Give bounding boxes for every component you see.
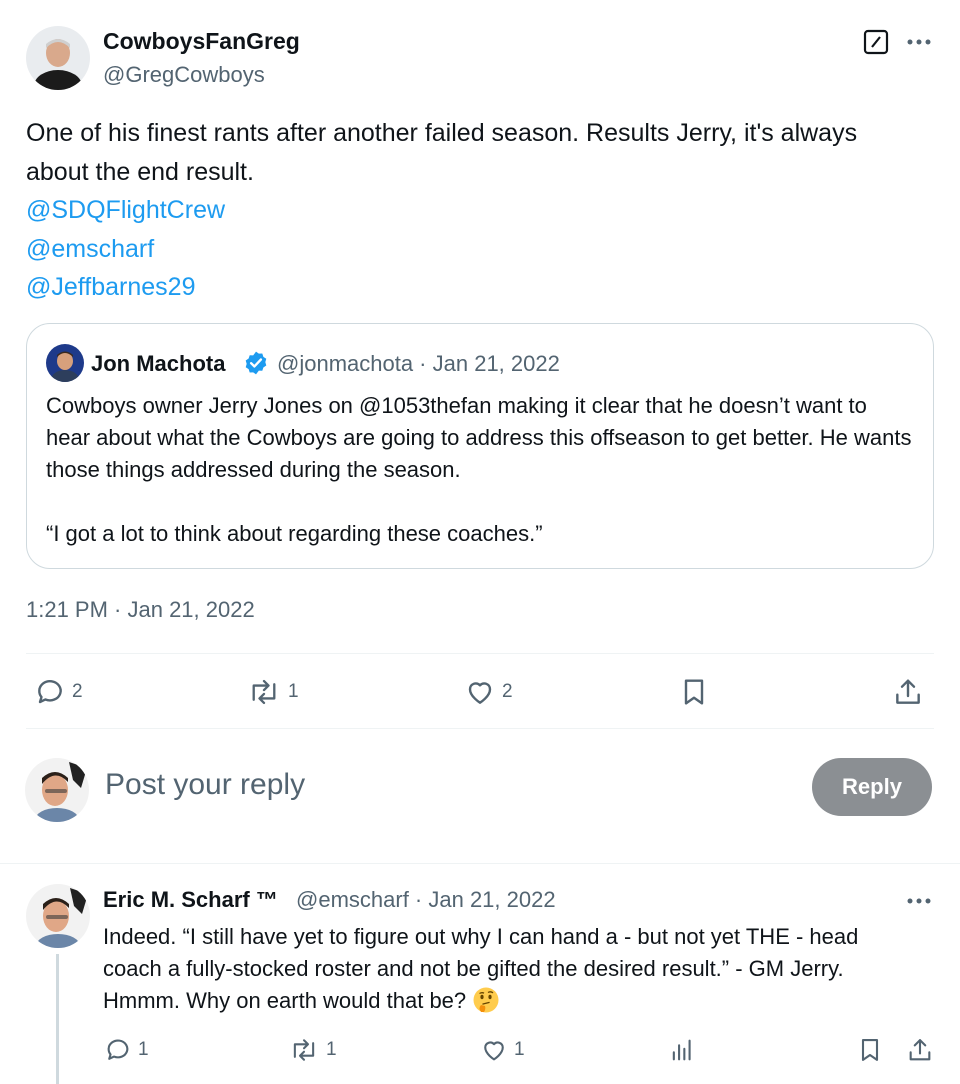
more-icon[interactable]	[905, 889, 933, 913]
repost-icon	[288, 1036, 320, 1064]
tweet-text-main: One of his finest rants after another fa…	[26, 119, 858, 186]
bookmark-action[interactable]	[678, 676, 710, 708]
bookmark-action[interactable]	[856, 1036, 884, 1064]
section-divider	[0, 863, 960, 864]
author-handle[interactable]: @GregCowboys	[103, 62, 265, 88]
reply-text: Indeed. “I still have yet to figure out …	[103, 921, 923, 1017]
repost-action[interactable]: 1	[288, 1036, 337, 1064]
divider	[26, 728, 934, 729]
share-action[interactable]	[906, 1036, 934, 1064]
repost-icon	[246, 676, 282, 708]
reply-count: 1	[138, 1039, 149, 1060]
thinking-face-emoji	[472, 986, 500, 1014]
quote-author-name: Jon Machota	[91, 351, 226, 376]
quote-text: Cowboys owner Jerry Jones on @1053thefan…	[46, 393, 912, 546]
share-icon	[906, 1036, 934, 1064]
reply-button[interactable]: Reply	[812, 758, 932, 816]
thread-line	[56, 954, 59, 1084]
quoted-tweet-card[interactable]: Jon Machota @jonmachota · Jan 21, 2022 C…	[26, 323, 934, 569]
tweet-text: One of his finest rants after another fa…	[26, 114, 926, 307]
repost-action[interactable]: 1	[246, 676, 299, 708]
author-name[interactable]: CowboysFanGreg	[103, 28, 300, 55]
more-icon[interactable]	[905, 30, 933, 54]
like-count: 2	[502, 681, 513, 702]
share-action[interactable]	[892, 676, 924, 708]
views-action[interactable]	[668, 1036, 696, 1064]
author-avatar[interactable]	[26, 26, 90, 90]
like-count: 1	[514, 1039, 525, 1060]
like-icon	[464, 676, 496, 708]
bookmark-icon	[856, 1036, 884, 1064]
views-icon	[668, 1036, 696, 1064]
like-action[interactable]: 2	[464, 676, 513, 708]
tweet-timestamp[interactable]: 1:21 PM · Jan 21, 2022	[26, 597, 255, 623]
mention-link[interactable]: @emscharf	[26, 230, 926, 269]
repost-count: 1	[288, 681, 299, 702]
mention-link[interactable]: @Jeffbarnes29	[26, 268, 926, 307]
reply-author-avatar[interactable]	[26, 884, 90, 948]
like-icon	[480, 1036, 508, 1064]
bookmark-icon	[678, 676, 710, 708]
reply-count: 2	[72, 681, 83, 702]
current-user-avatar	[25, 758, 89, 822]
verified-icon	[243, 350, 269, 376]
reply-action[interactable]: 1	[104, 1036, 149, 1064]
share-icon	[892, 676, 924, 708]
like-action[interactable]: 1	[480, 1036, 525, 1064]
grok-icon[interactable]	[863, 29, 889, 55]
reply-action[interactable]: 2	[34, 676, 83, 708]
reply-icon	[34, 676, 66, 708]
reply-input[interactable]: Post your reply	[105, 768, 305, 802]
quote-author-avatar	[46, 344, 84, 382]
repost-count: 1	[326, 1039, 337, 1060]
divider	[26, 653, 934, 654]
reply-handle-date[interactable]: @emscharf · Jan 21, 2022	[296, 887, 556, 913]
quote-handle-date: @jonmachota · Jan 21, 2022	[277, 351, 560, 376]
reply-author-name[interactable]: Eric M. Scharf ™	[103, 887, 278, 913]
mention-link[interactable]: @SDQFlightCrew	[26, 191, 926, 230]
reply-icon	[104, 1036, 132, 1064]
